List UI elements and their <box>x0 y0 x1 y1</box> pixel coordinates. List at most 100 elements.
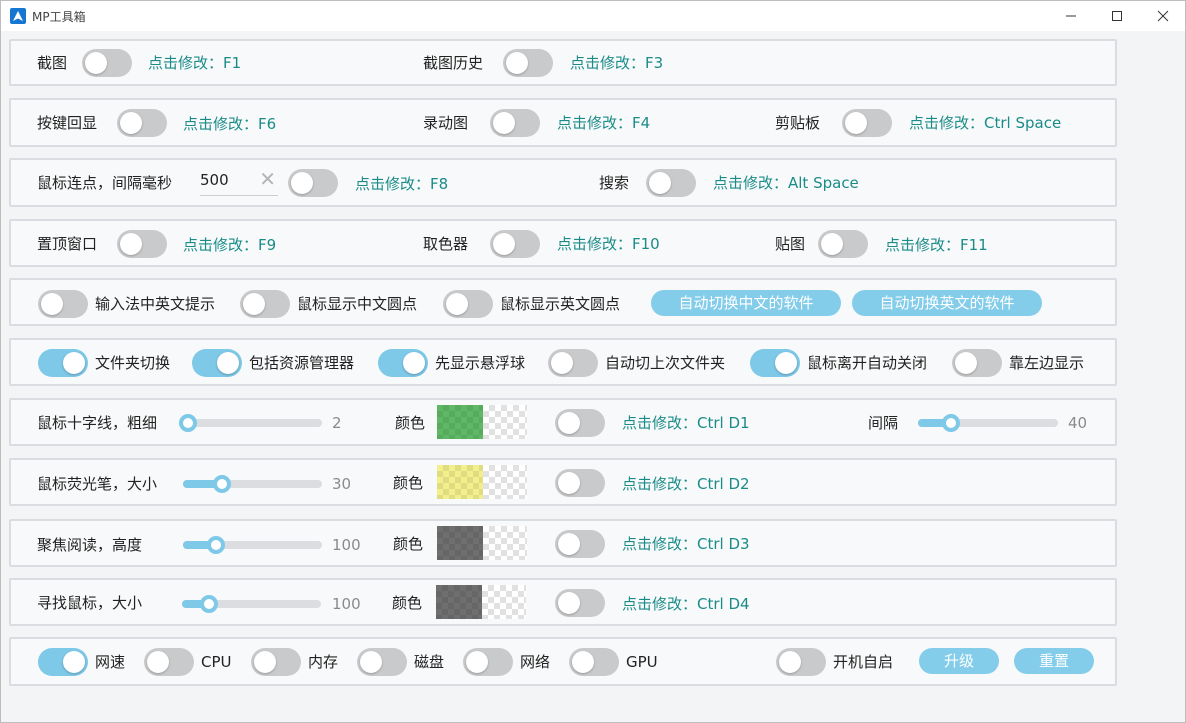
autoclick-toggle[interactable] <box>288 169 338 197</box>
highlighter-row: 鼠标荧光笔，大小 30 颜色 点击修改：Ctrl D2 <box>9 458 1117 506</box>
ime-toggle[interactable] <box>38 290 88 318</box>
find-mouse-color-label: 颜色 <box>392 594 423 612</box>
crosshair-label: 鼠标十字线，粗细 <box>37 414 158 432</box>
keyecho-hotkey[interactable]: 点击修改：F6 <box>183 114 276 134</box>
crosshair-hotkey[interactable]: 点击修改：Ctrl D1 <box>622 413 750 433</box>
crosshair-color-swatch[interactable] <box>437 405 527 439</box>
highlighter-toggle[interactable] <box>555 469 605 497</box>
auto-cn-apps-button[interactable]: 自动切换中文的软件 <box>651 290 841 316</box>
monitor-row: 网速 CPU 内存 磁盘 网络 GPU 开机自启 升级 重置 <box>9 637 1117 686</box>
paste-label: 贴图 <box>775 235 806 253</box>
keyecho-toggle[interactable] <box>117 109 167 137</box>
cpu-toggle[interactable] <box>144 648 194 676</box>
focus-hotkey[interactable]: 点击修改：Ctrl D3 <box>622 534 750 554</box>
pin-row: 置顶窗口 点击修改：F9 取色器 点击修改：F10 贴图 点击修改：F11 <box>9 219 1117 267</box>
history-toggle[interactable] <box>503 49 553 77</box>
highlighter-color-label: 颜色 <box>393 474 424 492</box>
minimize-icon <box>1066 15 1076 17</box>
picker-hotkey[interactable]: 点击修改：F10 <box>557 234 660 254</box>
folder-row: 文件夹切换 包括资源管理器 先显示悬浮球 自动切上次文件夹 鼠标离开自动关闭 靠… <box>9 338 1117 386</box>
crosshair-color-label: 颜色 <box>395 414 426 432</box>
close-button[interactable] <box>1140 1 1186 31</box>
keyecho-row: 按键回显 点击修改：F6 录动图 点击修改：F4 剪贴板 点击修改：Ctrl S… <box>9 98 1117 147</box>
network-toggle[interactable] <box>463 648 513 676</box>
window-title: MP工具箱 <box>32 10 86 24</box>
highlighter-size-value: 30 <box>332 475 352 493</box>
highlighter-size-slider[interactable] <box>183 474 322 494</box>
float-ball-toggle[interactable] <box>378 349 428 377</box>
picker-toggle[interactable] <box>490 230 540 258</box>
pin-toggle[interactable] <box>117 230 167 258</box>
left-edge-toggle[interactable] <box>952 349 1002 377</box>
autoclick-hotkey[interactable]: 点击修改：F8 <box>355 174 448 194</box>
last-folder-toggle[interactable] <box>548 349 598 377</box>
find-mouse-size-slider[interactable] <box>182 594 321 614</box>
screenshot-row: 截图 点击修改：F1 截图历史 点击修改：F3 <box>9 39 1117 86</box>
screenshot-hotkey[interactable]: 点击修改：F1 <box>148 53 241 73</box>
focus-height-value: 100 <box>332 536 361 554</box>
screenshot-toggle[interactable] <box>82 49 132 77</box>
app-window: MP工具箱 截图 点击修改：F1 截图历史 点击修改：F3 按键回显 点击修改：… <box>0 0 1186 723</box>
focus-row: 聚焦阅读，高度 100 颜色 点击修改：Ctrl D3 <box>9 519 1117 567</box>
highlighter-hotkey[interactable]: 点击修改：Ctrl D2 <box>622 474 750 494</box>
auto-en-apps-button[interactable]: 自动切换英文的软件 <box>852 290 1042 316</box>
auto-close-label: 鼠标离开自动关闭 <box>807 354 928 372</box>
clipboard-hotkey[interactable]: 点击修改：Ctrl Space <box>909 113 1061 133</box>
memory-toggle[interactable] <box>251 648 301 676</box>
float-ball-label: 先显示悬浮球 <box>435 354 526 372</box>
focus-toggle[interactable] <box>555 530 605 558</box>
crosshair-width-slider[interactable] <box>179 413 322 433</box>
crosshair-toggle[interactable] <box>555 409 605 437</box>
memory-label: 内存 <box>308 653 339 671</box>
network-label: 网络 <box>520 653 551 671</box>
find-mouse-color-swatch[interactable] <box>436 585 526 619</box>
gpu-toggle[interactable] <box>569 648 619 676</box>
paste-hotkey[interactable]: 点击修改：F11 <box>885 235 988 255</box>
gpu-label: GPU <box>626 653 658 671</box>
autostart-toggle[interactable] <box>776 648 826 676</box>
clipboard-label: 剪贴板 <box>775 114 821 132</box>
clear-icon[interactable]: ✕ <box>259 168 276 190</box>
en-dot-toggle[interactable] <box>443 290 493 318</box>
highlighter-color-swatch[interactable] <box>437 465 527 499</box>
folder-switch-toggle[interactable] <box>38 349 88 377</box>
last-folder-label: 自动切上次文件夹 <box>605 354 726 372</box>
history-hotkey[interactable]: 点击修改：F3 <box>570 53 663 73</box>
find-mouse-toggle[interactable] <box>555 589 605 617</box>
gif-toggle[interactable] <box>490 109 540 137</box>
focus-color-swatch[interactable] <box>437 526 527 560</box>
cpu-label: CPU <box>201 653 232 671</box>
maximize-icon <box>1112 11 1122 21</box>
cn-dot-toggle[interactable] <box>240 290 290 318</box>
reset-button[interactable]: 重置 <box>1014 648 1094 674</box>
cn-dot-label: 鼠标显示中文圆点 <box>297 295 418 313</box>
auto-close-toggle[interactable] <box>750 349 800 377</box>
minimize-button[interactable] <box>1048 1 1094 31</box>
focus-height-slider[interactable] <box>183 535 322 555</box>
clipboard-toggle[interactable] <box>842 109 892 137</box>
find-mouse-hotkey[interactable]: 点击修改：Ctrl D4 <box>622 594 750 614</box>
explorer-toggle[interactable] <box>192 349 242 377</box>
search-hotkey[interactable]: 点击修改：Alt Space <box>713 173 859 193</box>
net-speed-toggle[interactable] <box>38 648 88 676</box>
disk-label: 磁盘 <box>414 653 445 671</box>
disk-toggle[interactable] <box>357 648 407 676</box>
explorer-label: 包括资源管理器 <box>249 354 355 372</box>
search-toggle[interactable] <box>646 169 696 197</box>
autoclick-label: 鼠标连点，间隔毫秒 <box>37 174 173 192</box>
gap-slider[interactable] <box>918 413 1058 433</box>
autoclick-interval-value: 500 <box>200 171 229 189</box>
screenshot-label: 截图 <box>37 54 68 72</box>
paste-toggle[interactable] <box>818 230 868 258</box>
focus-color-label: 颜色 <box>393 535 424 553</box>
keyecho-label: 按键回显 <box>37 114 98 132</box>
maximize-button[interactable] <box>1094 1 1140 31</box>
highlighter-label: 鼠标荧光笔，大小 <box>37 475 158 493</box>
find-mouse-size-value: 100 <box>332 595 361 613</box>
ime-label: 输入法中英文提示 <box>95 295 216 313</box>
picker-label: 取色器 <box>423 235 469 253</box>
pin-hotkey[interactable]: 点击修改：F9 <box>183 235 276 255</box>
autoclick-interval-input[interactable]: 500 ✕ <box>200 166 278 196</box>
gif-hotkey[interactable]: 点击修改：F4 <box>557 113 650 133</box>
upgrade-button[interactable]: 升级 <box>919 648 999 674</box>
